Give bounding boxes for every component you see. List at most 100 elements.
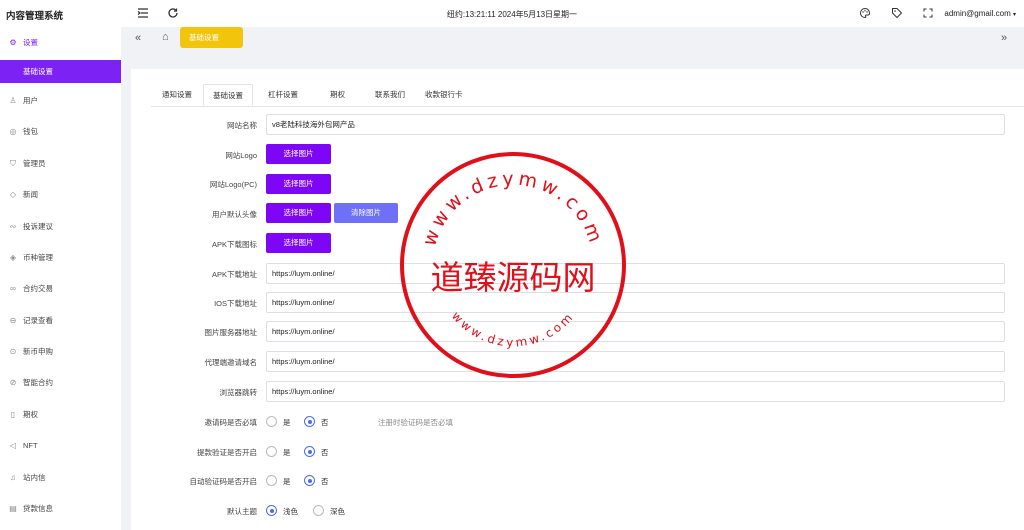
agent-domain-label: 代理端邀请域名 <box>204 358 258 367</box>
theme-dark-radio[interactable] <box>313 505 324 516</box>
sidebar-item-label: 合约交易 <box>23 284 53 293</box>
logo-pc-select-button[interactable]: 选择图片 <box>266 174 331 194</box>
invite-required-yes-radio[interactable] <box>266 416 277 427</box>
agent-domain-input[interactable]: https://luym.online/ <box>266 351 1005 372</box>
invite-required-no-label: 否 <box>321 418 329 427</box>
auto-verify-yes-label: 是 <box>283 477 291 486</box>
theme-label: 默认主题 <box>227 507 257 516</box>
sidebar-item-messages[interactable]: ♫ 站内信 <box>0 467 121 489</box>
tag-icon[interactable] <box>891 7 903 19</box>
sidebar-subitem-basic-settings[interactable]: 基础设置 <box>0 60 121 83</box>
double-chevron-left-icon[interactable]: « <box>135 32 141 44</box>
bell-icon: ♫ <box>10 473 16 482</box>
image-server-label: 图片服务器地址 <box>204 328 258 337</box>
tab-leverage[interactable]: 杠杆设置 <box>268 84 298 106</box>
sidebar-item-label: 智能合约 <box>23 378 53 387</box>
sidebar-item-users[interactable]: ♙ 用户 <box>0 90 121 112</box>
sidebar-item-news[interactable]: ◇ 新闻 <box>0 184 121 206</box>
ios-url-label: IOS下载地址 <box>214 299 257 308</box>
sidebar: ⚙ 设置 基础设置 ♙ 用户 ◎ 钱包 ⛉ 管理员 ◇ 新闻 ∾ 投诉建议 ◈ 币种管理 ∞ 合… <box>0 27 121 530</box>
tab-notification[interactable]: 通知设置 <box>162 84 192 106</box>
sidebar-item-label: 新币申购 <box>23 347 53 356</box>
wallet-icon: ◎ <box>9 127 17 136</box>
sidebar-item-complaints[interactable]: ∾ 投诉建议 <box>0 216 121 238</box>
invite-required-label: 邀请码是否必填 <box>204 418 258 427</box>
ios-url-input[interactable]: https://luym.online/ <box>266 292 1005 313</box>
withdraw-verify-label: 提款验证是否开启 <box>197 448 257 457</box>
sidebar-item-label: 钱包 <box>23 127 38 136</box>
tab-options[interactable]: 期权 <box>330 84 345 106</box>
sidebar-item-smart-contract[interactable]: ⊘ 智能合约 <box>0 372 121 394</box>
sidebar-item-label: 用户 <box>23 96 38 105</box>
record-icon: ⊖ <box>9 316 17 325</box>
handshake-icon: ∾ <box>9 222 17 231</box>
avatar-clear-button[interactable]: 清除图片 <box>334 203 398 223</box>
sidebar-item-new-coin[interactable]: ⊙ 新币申购 <box>0 341 121 363</box>
coin-icon: ⊙ <box>9 347 17 356</box>
link-icon: ∞ <box>10 284 16 293</box>
user-menu[interactable]: admin@gmail.com ▾ <box>944 9 1016 18</box>
invite-required-no-radio[interactable] <box>304 416 315 427</box>
apk-icon-select-button[interactable]: 选择图片 <box>266 233 331 253</box>
sidebar-item-currency[interactable]: ◈ 币种管理 <box>0 247 121 269</box>
browser-redirect-input[interactable]: https://luym.online/ <box>266 381 1005 402</box>
shield-icon: ⛉ <box>10 159 16 168</box>
seal-ring-bottom-text: www.dzymw.com <box>449 309 577 350</box>
watermark-seal: www.dzymw.com 道臻源码网 www.dzymw.com <box>400 152 626 378</box>
sidebar-item-contract-trading[interactable]: ∞ 合约交易 <box>0 278 121 300</box>
sidebar-item-records[interactable]: ⊖ 记录查看 <box>0 310 121 332</box>
withdraw-verify-no-radio[interactable] <box>304 446 315 457</box>
sidebar-item-wallet[interactable]: ◎ 钱包 <box>0 121 121 143</box>
fullscreen-icon[interactable] <box>922 7 934 19</box>
theme-dark-label: 深色 <box>330 507 345 516</box>
option-icon: ▯ <box>10 410 16 419</box>
sidebar-item-label: 记录查看 <box>23 316 53 325</box>
tag-basic-settings[interactable]: 基础设置 <box>180 27 243 48</box>
tab-bank-card[interactable]: 收款银行卡 <box>425 84 463 106</box>
logo-select-button[interactable]: 选择图片 <box>266 144 331 164</box>
tab-contact[interactable]: 联系我们 <box>375 84 405 106</box>
tag-icon: ◇ <box>9 190 17 199</box>
auto-verify-yes-radio[interactable] <box>266 475 277 486</box>
withdraw-verify-no-label: 否 <box>321 448 329 457</box>
site-name-input[interactable]: v8老陆科技海外包网产品 <box>266 114 1005 135</box>
sidebar-item-loans[interactable]: ▤ 贷款信息 <box>0 498 121 520</box>
invite-required-yes-label: 是 <box>283 418 291 427</box>
avatar-select-button[interactable]: 选择图片 <box>266 203 331 223</box>
tab-basic[interactable]: 基础设置 <box>203 84 253 106</box>
sidebar-item-label: 站内信 <box>23 473 46 482</box>
sidebar-item-label: NFT <box>23 441 38 450</box>
logo-pc-label: 网站Logo(PC) <box>209 180 257 189</box>
home-icon[interactable]: ⌂ <box>162 31 169 43</box>
apk-icon-label: APK下载图标 <box>211 240 257 249</box>
browser-redirect-label: 浏览器跳转 <box>219 388 258 397</box>
auto-verify-no-label: 否 <box>321 477 329 486</box>
sidebar-item-label: 新闻 <box>23 190 38 199</box>
seal-center-text: 道臻源码网 <box>431 258 596 297</box>
sidebar-item-label: 期权 <box>23 410 38 419</box>
nft-icon: ◁ <box>9 441 17 450</box>
image-server-input[interactable]: https://luym.online/ <box>266 321 1005 342</box>
double-chevron-right-icon[interactable]: » <box>1001 32 1007 44</box>
sidebar-item-settings[interactable]: ⚙ 设置 <box>0 32 121 54</box>
theme-light-radio[interactable] <box>266 505 277 516</box>
withdraw-verify-yes-label: 是 <box>283 448 291 457</box>
top-bar: 内容管理系统 纽约:13:21:11 2024年5月13日星期一 admin@g… <box>0 0 1024 27</box>
caret-down-icon: ▾ <box>1012 12 1016 18</box>
user-email: admin@gmail.com <box>944 9 1011 18</box>
invite-required-hint: 注册时验证码是否必填 <box>378 418 453 427</box>
site-name-label: 网站名称 <box>227 121 257 130</box>
user-icon: ♙ <box>9 96 17 105</box>
withdraw-verify-yes-radio[interactable] <box>266 446 277 457</box>
seal-ring-top-text: www.dzymw.com <box>418 168 607 249</box>
sidebar-item-nft[interactable]: ◁ NFT <box>0 435 121 457</box>
auto-verify-no-radio[interactable] <box>304 475 315 486</box>
avatar-label: 用户默认头像 <box>212 210 257 219</box>
palette-icon[interactable] <box>859 7 871 19</box>
sidebar-item-label: 贷款信息 <box>23 504 53 513</box>
apk-url-input[interactable]: https://luym.online/ <box>266 263 1005 284</box>
sidebar-item-admins[interactable]: ⛉ 管理员 <box>0 153 121 175</box>
theme-light-label: 浅色 <box>283 507 298 516</box>
gear-icon: ⚙ <box>9 38 17 47</box>
sidebar-item-options[interactable]: ▯ 期权 <box>0 404 121 426</box>
